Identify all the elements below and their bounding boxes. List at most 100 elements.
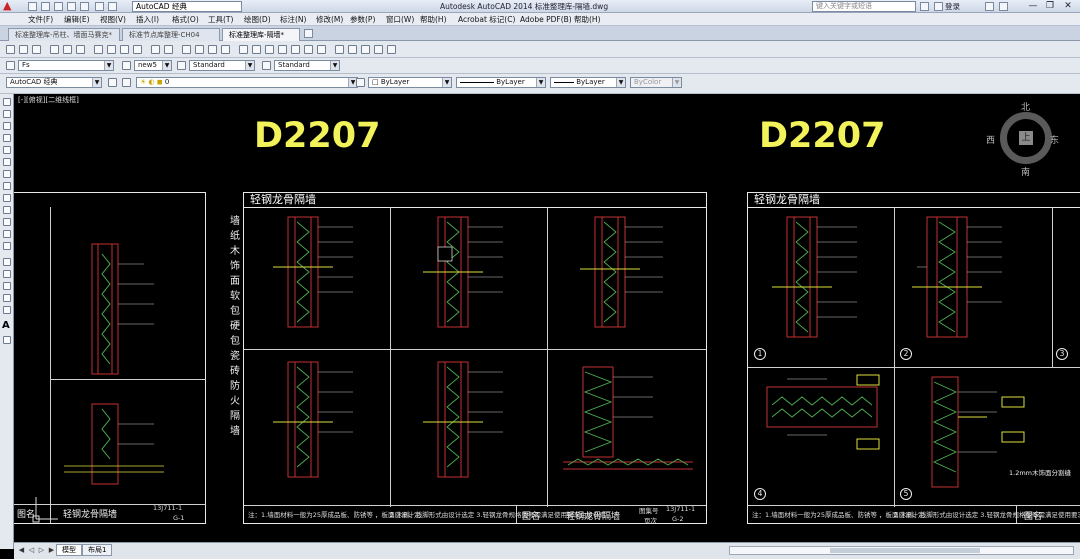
menu-parametric[interactable]: 参数(P) (350, 13, 375, 26)
menu-edit[interactable]: 编辑(E) (64, 13, 90, 26)
mleader-style-select[interactable]: Standard ▼ (274, 60, 340, 71)
restore-button[interactable]: ❐ (1043, 1, 1057, 11)
markup-icon[interactable] (291, 45, 300, 54)
zoom-realtime-icon[interactable] (195, 45, 204, 54)
text-style-select[interactable]: Fs ▼ (18, 60, 114, 71)
save-icon[interactable] (54, 2, 63, 11)
workspace-combo[interactable]: AutoCAD 经典 ▼ (6, 77, 102, 88)
zoom-window-icon[interactable] (208, 45, 217, 54)
viewcube-top-face[interactable]: 上 (1019, 131, 1033, 145)
table-style-select[interactable]: Standard ▼ (189, 60, 255, 71)
search-icon[interactable] (920, 2, 929, 11)
menu-dimension[interactable]: 标注(N) (280, 13, 306, 26)
menu-format[interactable]: 格式(O) (172, 13, 199, 26)
next-layout-arrow-icon[interactable]: ▷ (37, 545, 46, 555)
first-layout-arrow-icon[interactable]: ◀ (17, 545, 26, 555)
menu-modify[interactable]: 修改(M) (316, 13, 343, 26)
gradient-icon[interactable] (3, 282, 11, 290)
doc-tab-3[interactable]: 标准整理库-隔墙* (222, 28, 300, 41)
horizontal-scrollbar[interactable] (729, 546, 1074, 555)
autocad-logo-icon[interactable]: ▲ (3, 0, 21, 12)
last-layout-arrow-icon[interactable]: ▶ (47, 545, 56, 555)
construction-line-icon[interactable] (3, 110, 11, 118)
compass-north[interactable]: 北 (1021, 100, 1030, 113)
help-icon[interactable] (999, 2, 1008, 11)
open-file-icon[interactable] (41, 2, 50, 11)
polyline-icon[interactable] (3, 122, 11, 130)
design-center-icon[interactable] (252, 45, 261, 54)
circle-icon[interactable] (3, 170, 11, 178)
user-icon[interactable] (934, 2, 943, 11)
compass-west[interactable]: 西 (986, 133, 995, 146)
make-current-layer-icon[interactable] (356, 78, 365, 87)
xref-icon[interactable] (374, 45, 383, 54)
multiline-text-icon[interactable]: A (2, 320, 10, 331)
menu-adobe-pdf[interactable]: Adobe PDF(B) (520, 13, 572, 26)
redo-toolbar-icon[interactable] (164, 45, 173, 54)
color-select[interactable]: □ ByLayer ▼ (368, 77, 452, 88)
properties-icon[interactable] (239, 45, 248, 54)
copy-icon[interactable] (107, 45, 116, 54)
help-toolbar-icon[interactable] (317, 45, 326, 54)
new-tab-icon[interactable] (304, 29, 313, 38)
rectangle-icon[interactable] (3, 146, 11, 154)
layer-select[interactable]: ☀ ◐ ◼ 0 ▼ (136, 77, 358, 88)
save-as-icon[interactable] (67, 2, 76, 11)
close-button[interactable]: ✕ (1061, 1, 1075, 11)
menu-insert[interactable]: 插入(I) (136, 13, 159, 26)
menu-view[interactable]: 视图(V) (100, 13, 126, 26)
match-properties-icon[interactable] (133, 45, 142, 54)
menu-tools[interactable]: 工具(T) (208, 13, 233, 26)
add-selected-icon[interactable] (3, 336, 11, 344)
dim-style-select[interactable]: new5 ▼ (134, 60, 172, 71)
region-icon[interactable] (3, 294, 11, 302)
search-input[interactable]: 键入关键字或短语 (812, 1, 916, 12)
zoom-previous-icon[interactable] (221, 45, 230, 54)
menu-acrobat[interactable]: Acrobat 标记(C) (458, 13, 515, 26)
block-tool-icon[interactable] (348, 45, 357, 54)
print-icon[interactable] (80, 2, 89, 11)
ellipse-arc-icon[interactable] (3, 218, 11, 226)
menu-window[interactable]: 窗口(W) (386, 13, 414, 26)
sheet-set-icon[interactable] (278, 45, 287, 54)
viewport-controls[interactable]: [-][俯视][二维线框] (18, 95, 79, 105)
menu-help[interactable]: 帮助(H) (420, 13, 447, 26)
hatch-icon[interactable] (3, 270, 11, 278)
menu-help-2[interactable]: 帮助(H) (574, 13, 601, 26)
open-icon[interactable] (19, 45, 28, 54)
redo-icon[interactable] (108, 2, 117, 11)
exchange-icon[interactable] (985, 2, 994, 11)
menu-file[interactable]: 文件(F) (28, 13, 53, 26)
workspace-select[interactable]: AutoCAD 经典 (132, 1, 242, 12)
paste-icon[interactable] (120, 45, 129, 54)
make-block-icon[interactable] (3, 242, 11, 250)
scrollbar-thumb[interactable] (830, 548, 980, 553)
revcloud-icon[interactable] (3, 182, 11, 190)
menu-draw[interactable]: 绘图(D) (244, 13, 271, 26)
pan-icon[interactable] (182, 45, 191, 54)
workspace-settings-icon[interactable] (108, 78, 117, 87)
undo-icon[interactable] (95, 2, 104, 11)
plot-icon[interactable] (50, 45, 59, 54)
doc-tab-2[interactable]: 标准节点库整理-CH04 (122, 28, 220, 41)
new-file-icon[interactable] (28, 2, 37, 11)
login-link[interactable]: 登录 (945, 1, 960, 12)
linetype-select[interactable]: ByLayer ▼ (456, 77, 546, 88)
model-tab[interactable]: 模型 (56, 544, 82, 556)
line-icon[interactable] (3, 98, 11, 106)
spline-icon[interactable] (3, 194, 11, 202)
publish-icon[interactable] (76, 45, 85, 54)
arc-icon[interactable] (3, 158, 11, 166)
viewcube[interactable]: 上 北 南 东 西 (986, 100, 1060, 182)
layer-tool-icon[interactable] (335, 45, 344, 54)
layer-properties-icon[interactable] (122, 78, 131, 87)
minimize-button[interactable]: — (1026, 1, 1040, 11)
compass-south[interactable]: 南 (1021, 165, 1030, 178)
save-toolbar-icon[interactable] (32, 45, 41, 54)
calculator-icon[interactable] (304, 45, 313, 54)
qnew-icon[interactable] (6, 45, 15, 54)
prev-layout-arrow-icon[interactable]: ◁ (27, 545, 36, 555)
layout1-tab[interactable]: 布局1 (82, 544, 113, 556)
attribute-icon[interactable] (361, 45, 370, 54)
table-icon[interactable] (3, 306, 11, 314)
